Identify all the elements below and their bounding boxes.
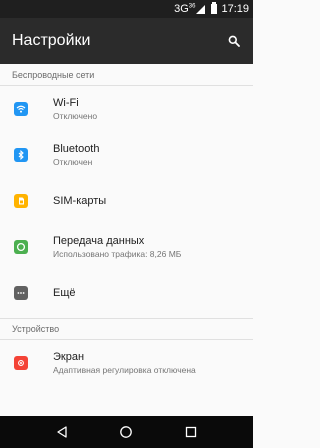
settings-item-summary: Отключено xyxy=(53,110,98,121)
app-bar: Настройки xyxy=(0,18,253,64)
settings-item-label: Экран xyxy=(53,350,85,363)
home-icon[interactable] xyxy=(114,420,138,444)
bluetooth-icon xyxy=(14,148,28,162)
settings-item-summary: Адаптивная регулировка отключена xyxy=(53,364,196,375)
status-bar: 3G36 17:19 xyxy=(0,0,253,18)
battery-icon xyxy=(211,2,218,14)
settings-item-label: Ещё xyxy=(53,286,76,299)
settings-item-display[interactable]: Экран Адаптивная регулировка отключена xyxy=(0,340,253,386)
settings-item-sim-cards[interactable]: SIM-карты xyxy=(0,178,253,224)
signal-icon xyxy=(196,4,206,14)
sim-card-icon xyxy=(14,194,28,208)
settings-item-summary: Отключен xyxy=(53,156,93,167)
recents-icon[interactable] xyxy=(179,420,203,444)
settings-list[interactable]: Беспроводные сети Wi-Fi Отключено Blueto… xyxy=(0,64,253,416)
clock: 17:19 xyxy=(221,3,249,15)
settings-item-label: Передача данных xyxy=(53,234,145,247)
wifi-icon xyxy=(14,102,28,116)
section-header-wireless: Беспроводные сети xyxy=(0,64,253,86)
settings-item-bluetooth[interactable]: Bluetooth Отключен xyxy=(0,132,253,178)
network-indicator: 3G36 xyxy=(174,3,196,15)
settings-item-more[interactable]: Ещё xyxy=(0,270,253,316)
data-usage-icon xyxy=(14,240,28,254)
settings-item-data-usage[interactable]: Передача данных Использовано трафика: 8,… xyxy=(0,224,253,270)
settings-item-label: Wi-Fi xyxy=(53,96,79,109)
more-icon xyxy=(14,286,28,300)
settings-item-label: Bluetooth xyxy=(53,142,100,155)
settings-item-summary: Использовано трафика: 8,26 МБ xyxy=(53,248,182,259)
display-icon xyxy=(14,356,28,370)
navigation-bar xyxy=(0,416,253,448)
settings-item-label: SIM-карты xyxy=(53,194,107,207)
section-header-device: Устройство xyxy=(0,318,253,340)
settings-item-wifi[interactable]: Wi-Fi Отключено xyxy=(0,86,253,132)
search-icon[interactable] xyxy=(225,32,243,50)
back-icon[interactable] xyxy=(50,420,74,444)
page-title: Настройки xyxy=(12,32,91,49)
